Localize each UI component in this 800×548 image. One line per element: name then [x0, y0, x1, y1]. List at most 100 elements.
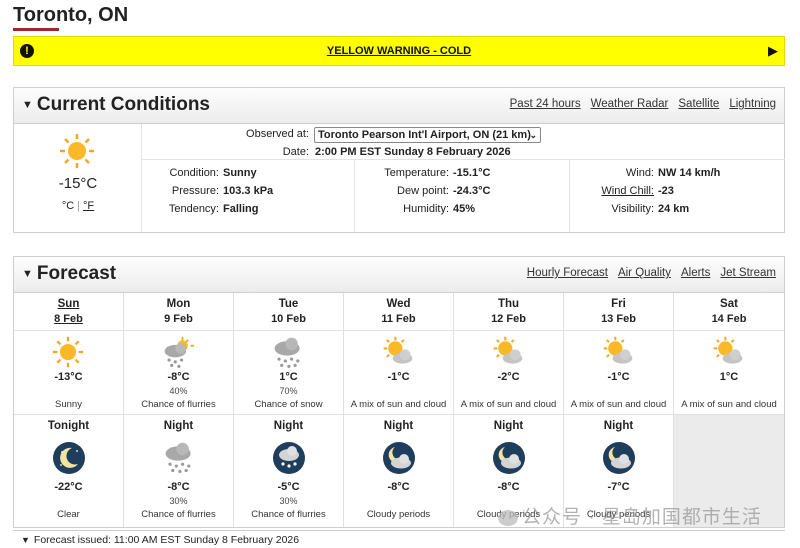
- day-date[interactable]: 8 Feb: [14, 313, 123, 325]
- wind-label: Wind:: [625, 167, 654, 179]
- night-summary: Chance of flurries: [141, 509, 216, 520]
- sun-cloud-icon: [711, 335, 745, 374]
- day-name: Fri: [611, 298, 626, 310]
- day-cell[interactable]: Fri 13 Feb -1°C A mix of sun and cloud: [564, 293, 674, 415]
- link-weather-radar[interactable]: Weather Radar: [591, 98, 669, 110]
- observed-label: Observed at:: [246, 128, 309, 140]
- day-summary: Sunny: [55, 399, 82, 410]
- forecast-links: Hourly Forecast Air Quality Alerts Jet Stre…: [517, 267, 776, 279]
- page-title: Toronto, ON: [13, 4, 129, 26]
- night-pop: 30%: [279, 496, 298, 506]
- sun-cloud-icon: [381, 335, 415, 374]
- day-name: Sat: [720, 298, 738, 310]
- day-date: 10 Feb: [271, 313, 306, 325]
- moon-icon: [52, 441, 86, 480]
- collapse-triangle-icon[interactable]: ▼: [22, 268, 33, 280]
- day-date: 11 Feb: [381, 313, 416, 325]
- day-cell[interactable]: Mon 9 Feb -8°C 40% Chance of flurries: [124, 293, 234, 415]
- visibility-value: 24 km: [658, 203, 690, 215]
- chevron-down-icon: ⌄: [529, 130, 537, 140]
- wechat-icon: [498, 509, 518, 526]
- night-summary: Cloudy periods: [366, 509, 431, 520]
- day-temperature: 1°C: [279, 371, 298, 383]
- unit-toggle: °C | °F: [61, 200, 95, 212]
- night-temperature: -5°C: [277, 481, 300, 493]
- forecast-title: Forecast: [36, 263, 117, 284]
- sun-icon: [51, 335, 85, 374]
- moon-cloud-icon: [492, 441, 526, 480]
- day-summary: A mix of sun and cloud: [350, 399, 447, 410]
- day-summary: A mix of sun and cloud: [570, 399, 667, 410]
- section-title[interactable]: ▼ Current Conditions: [22, 94, 210, 116]
- night-cell[interactable]: Night -8°C 30% Chance of flurries: [124, 415, 234, 527]
- current-links: Past 24 hours Weather Radar Satellite Light…: [500, 98, 776, 110]
- night-temperature: -7°C: [607, 481, 630, 493]
- link-air-quality[interactable]: Air Quality: [618, 267, 671, 279]
- date-label: Date:: [282, 146, 309, 158]
- night-cell[interactable]: Night -5°C 30% Chance of flurries: [234, 415, 344, 527]
- wind-value: NW 14 km/h: [658, 167, 721, 179]
- day-cell[interactable]: Tue 10 Feb 1°C 70% Chance of snow: [234, 293, 344, 415]
- issued-text: Forecast issued: 11:00 AM EST Sunday 8 F…: [33, 534, 300, 546]
- link-lightning[interactable]: Lightning: [729, 98, 776, 110]
- forecast-header: ▼ Forecast Hourly Forecast Air Quality Aler…: [14, 257, 784, 293]
- night-cell[interactable]: Night -8°C Cloudy periods: [344, 415, 454, 527]
- station-select[interactable]: Toronto Pearson Int'l Airport, ON (21 km…: [314, 127, 541, 143]
- night-name: Night: [163, 420, 194, 432]
- dewpoint-label: Dew point:: [397, 185, 449, 197]
- night-name: Night: [493, 420, 524, 432]
- night-temperature: -8°C: [387, 481, 410, 493]
- column-divider: [354, 159, 355, 232]
- link-past-24-hours[interactable]: Past 24 hours: [510, 98, 581, 110]
- night-temperature: -8°C: [497, 481, 520, 493]
- section-title[interactable]: ▼ Forecast: [22, 263, 116, 285]
- day-summary: Chance of snow: [254, 399, 323, 410]
- warning-link[interactable]: YELLOW WARNING - COLD: [14, 45, 784, 57]
- pressure-label: Pressure:: [171, 185, 219, 197]
- collapse-triangle-icon[interactable]: ▼: [22, 99, 33, 111]
- moon-cloud-icon: [602, 441, 636, 480]
- windchill-link[interactable]: Wind Chill:: [574, 185, 654, 197]
- link-jet-stream[interactable]: Jet Stream: [720, 267, 776, 279]
- unit-celsius[interactable]: °C: [62, 200, 74, 212]
- sun-icon: [58, 132, 96, 175]
- day-cell[interactable]: Thu 12 Feb -2°C A mix of sun and cloud: [454, 293, 564, 415]
- day-temperature: -8°C: [167, 371, 190, 383]
- collapse-triangle-icon[interactable]: ▼: [21, 535, 30, 545]
- link-satellite[interactable]: Satellite: [678, 98, 719, 110]
- day-temperature: 1°C: [719, 371, 739, 383]
- humidity-label: Humidity:: [403, 203, 449, 215]
- condition-value: Sunny: [223, 167, 257, 179]
- sun-cloud-icon: [601, 335, 635, 374]
- watermark-text: 公众号 · 星岛加国都市生活: [522, 507, 762, 528]
- night-cell[interactable]: Tonight -22°C Clear: [14, 415, 124, 527]
- date-value: 2:00 PM EST Sunday 8 February 2026: [315, 146, 511, 158]
- unit-fahrenheit[interactable]: °F: [83, 200, 94, 212]
- moon-cloud-icon: [382, 441, 416, 480]
- day-temperature: -2°C: [497, 371, 520, 383]
- divider: [142, 159, 785, 160]
- night-name: Tonight: [47, 420, 90, 432]
- humidity-value: 45%: [453, 203, 476, 215]
- current-conditions-header: ▼ Current Conditions Past 24 hours Weather…: [14, 88, 784, 124]
- current-temperature: -15°C: [58, 175, 98, 192]
- day-cell[interactable]: Sun 8 Feb -13°C Sunny: [14, 293, 124, 415]
- day-pop: 40%: [169, 386, 188, 396]
- day-cell[interactable]: Sat 14 Feb 1°C A mix of sun and cloud: [674, 293, 784, 415]
- current-summary: -15°C °C | °F: [14, 124, 142, 232]
- link-hourly-forecast[interactable]: Hourly Forecast: [527, 267, 608, 279]
- forecast-issued[interactable]: ▼ Forecast issued: 11:00 AM EST Sunday 8 …: [13, 530, 785, 548]
- day-temperature: -1°C: [607, 371, 630, 383]
- day-name: Wed: [386, 298, 411, 310]
- day-cell[interactable]: Wed 11 Feb -1°C A mix of sun and cloud: [344, 293, 454, 415]
- visibility-label: Visibility:: [611, 203, 654, 215]
- night-summary: Chance of flurries: [251, 509, 326, 520]
- play-arrow-icon: ▶: [768, 43, 778, 58]
- warning-banner[interactable]: ! YELLOW WARNING - COLD ▶: [13, 36, 785, 66]
- day-name[interactable]: Sun: [14, 298, 123, 310]
- day-date: 14 Feb: [711, 313, 747, 325]
- forecast-panel: ▼ Forecast Hourly Forecast Air Quality Aler…: [13, 256, 785, 528]
- link-alerts[interactable]: Alerts: [681, 267, 710, 279]
- temperature-label: Temperature:: [384, 167, 449, 179]
- title-underline: [13, 28, 59, 31]
